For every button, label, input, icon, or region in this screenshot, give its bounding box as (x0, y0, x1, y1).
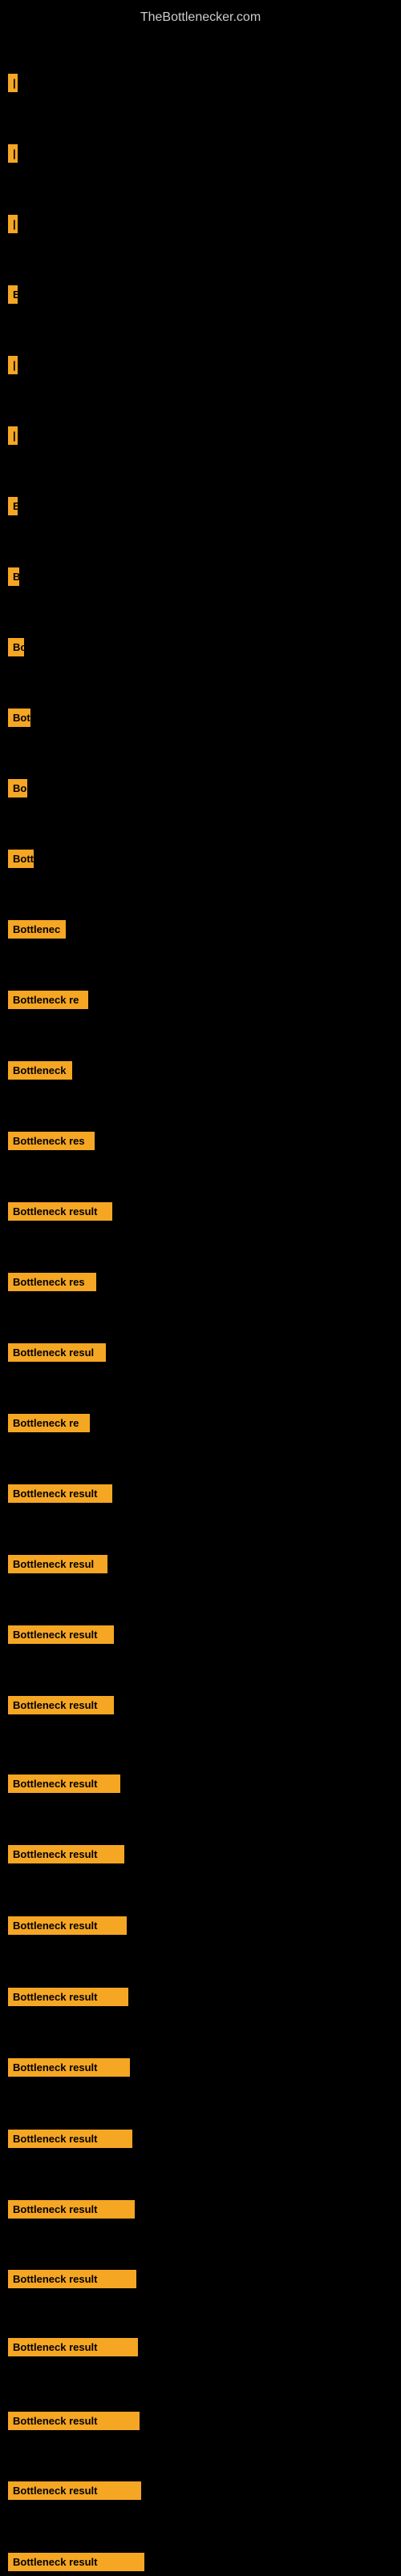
bar-label: B (8, 567, 19, 586)
bar-label: Bo (8, 779, 27, 797)
bar-label: Bottleneck res (8, 1273, 96, 1291)
bar-label: Bottleneck result (8, 1916, 127, 1935)
bar-label: E (8, 285, 18, 304)
bar-row: Bottleneck result (0, 2264, 136, 2293)
bar-row: Bottleneck result (0, 2476, 141, 2505)
bar-row: Bottleneck result (0, 1479, 112, 1508)
bar-label: Bottleneck result (8, 1484, 112, 1503)
bar-label: Bottleneck res (8, 1132, 95, 1150)
bar-label: Bottleneck result (8, 2200, 135, 2219)
bar-label: Bottleneck result (8, 1625, 114, 1644)
bar-row: Bottlenec (0, 915, 66, 943)
bar-row: Bottleneck result (0, 1197, 112, 1225)
bar-label: Bottleneck result (8, 2270, 136, 2288)
bar-row: Bottleneck result (0, 2124, 132, 2153)
bar-row: E (0, 280, 18, 309)
bar-row: Bot (0, 703, 30, 732)
bar-row: | (0, 68, 18, 97)
bar-label: Bottleneck result (8, 1845, 124, 1863)
bar-label: Bottleneck re (8, 1414, 90, 1432)
bar-row: Bottleneck result (0, 2053, 130, 2081)
bar-row: Bottleneck resul (0, 1549, 107, 1578)
bar-row: Bo (0, 773, 27, 802)
bar-row: Bottleneck result (0, 1839, 124, 1868)
bar-label: Bottleneck result (8, 1775, 120, 1793)
bar-row: Bottleneck re (0, 1408, 90, 1437)
bar-label: Bottleneck (8, 1061, 72, 1080)
bar-label: Bottleneck result (8, 2553, 144, 2571)
bar-row: Bottleneck result (0, 1911, 127, 1940)
site-title: TheBottlenecker.com (0, 4, 401, 31)
bar-row: Bo (0, 632, 24, 661)
bar-label: Bottleneck result (8, 2130, 132, 2148)
bar-row: Bottleneck result (0, 2547, 144, 2576)
bar-row: Bott (0, 844, 34, 873)
bar-row: Bottleneck result (0, 2194, 135, 2223)
bar-label: Bottleneck result (8, 1696, 114, 1714)
bar-label: Bottleneck resul (8, 1343, 106, 1362)
bar-label: Bot (8, 709, 30, 727)
bar-label: Bottleneck resul (8, 1555, 107, 1573)
bar-row: Bottleneck result (0, 1620, 114, 1649)
bar-row: Bottleneck res (0, 1126, 95, 1155)
bar-label: Bottleneck result (8, 1988, 128, 2006)
bar-label: Bottleneck re (8, 991, 88, 1009)
bar-label: Bottleneck result (8, 2481, 141, 2500)
bar-label: Bott (8, 850, 34, 868)
bar-row: | (0, 139, 18, 168)
bar-label: | (8, 426, 18, 445)
bar-label: | (8, 215, 18, 233)
bar-row: Bottleneck resul (0, 1338, 106, 1367)
bar-label: Bottleneck result (8, 2058, 130, 2077)
bar-label: Bo (8, 638, 24, 656)
bar-row: Bottleneck result (0, 2406, 140, 2435)
bar-row: Bottleneck re (0, 985, 88, 1014)
bar-label: Bottleneck result (8, 2412, 140, 2430)
bar-label: Bottlenec (8, 920, 66, 939)
bar-row: E (0, 491, 18, 520)
bar-label: | (8, 144, 18, 163)
bar-row: Bottleneck result (0, 2332, 138, 2361)
bar-row: | (0, 209, 18, 238)
bar-row: Bottleneck result (0, 1982, 128, 2011)
bar-row: Bottleneck result (0, 1769, 120, 1798)
bar-label: Bottleneck result (8, 2338, 138, 2356)
bar-row: Bottleneck (0, 1056, 72, 1084)
bar-label: | (8, 356, 18, 374)
bar-row: Bottleneck result (0, 1690, 114, 1719)
bar-row: | (0, 421, 18, 450)
bar-row: B (0, 562, 19, 591)
bar-label: | (8, 74, 18, 92)
bar-label: E (8, 497, 18, 515)
bar-label: Bottleneck result (8, 1202, 112, 1221)
bar-row: Bottleneck res (0, 1267, 96, 1296)
bar-row: | (0, 350, 18, 379)
